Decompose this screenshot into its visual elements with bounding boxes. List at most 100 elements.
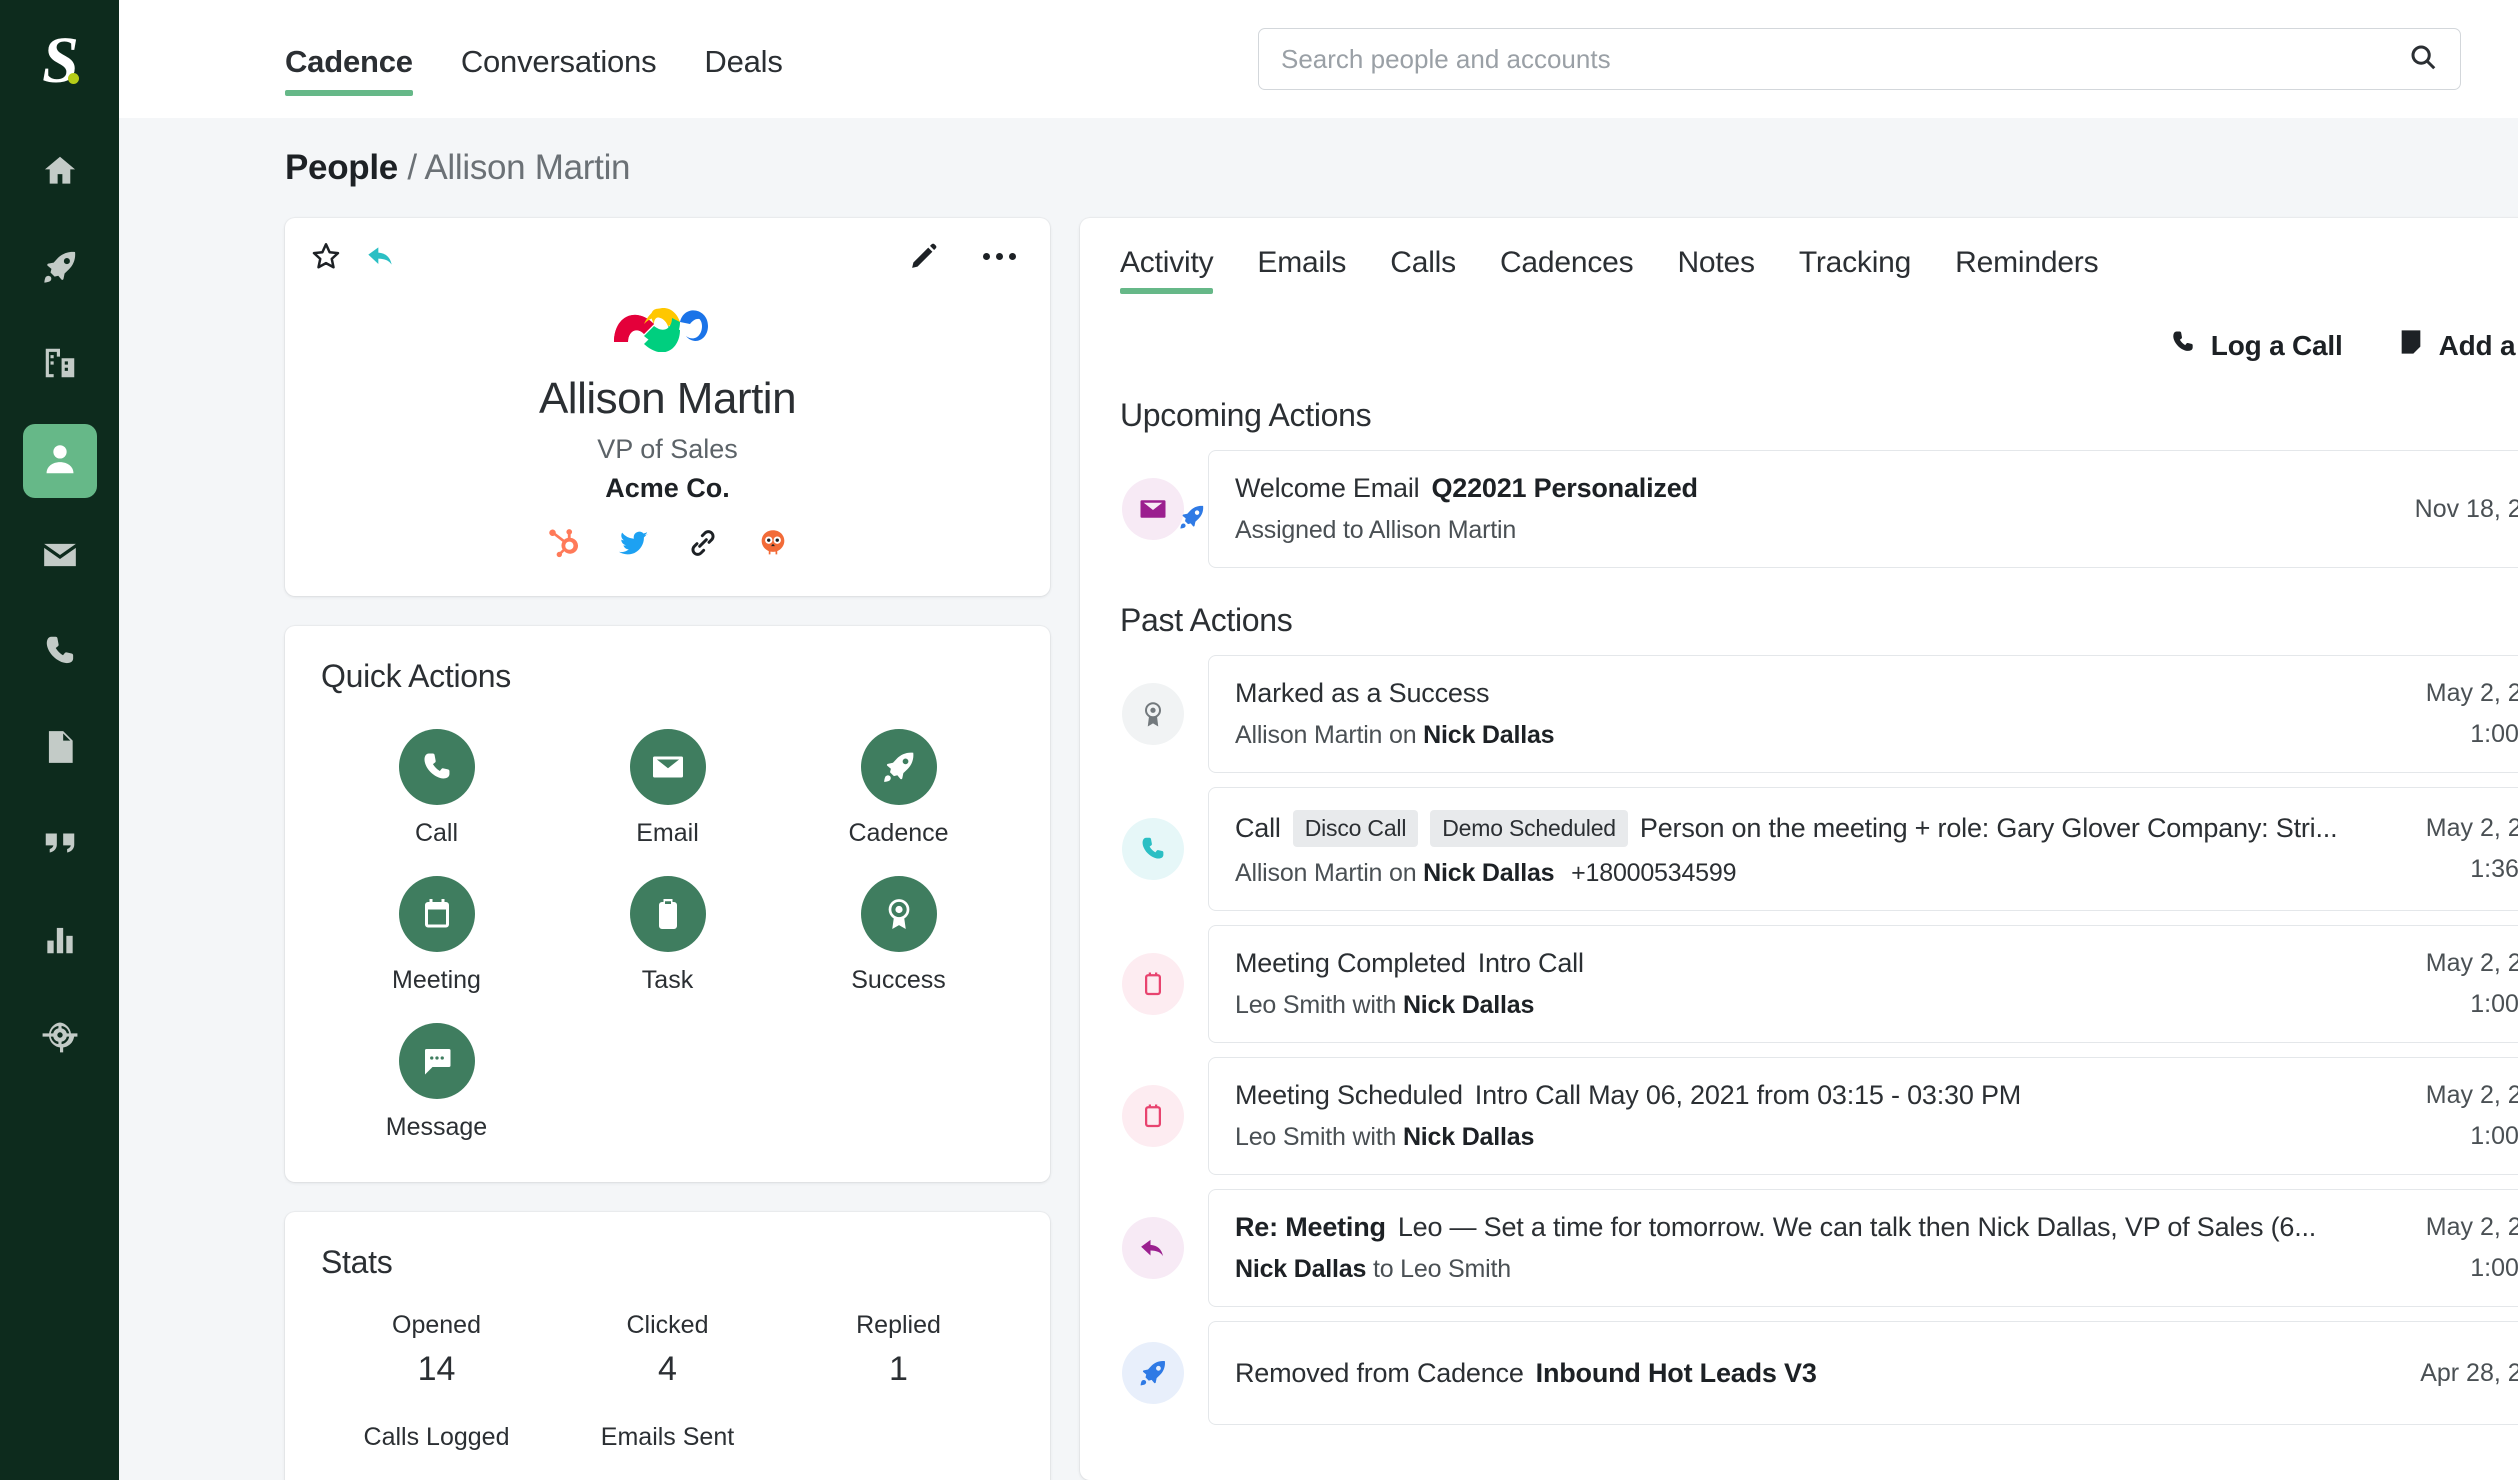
activity-row[interactable]: Removed from Cadence Inbound Hot Leads V… [1120, 1321, 2518, 1425]
sidebar-item-calls[interactable] [23, 616, 97, 690]
sidebar-item-deals[interactable] [23, 1000, 97, 1074]
add-a-note-button[interactable]: Add a Note [2397, 328, 2518, 363]
company-logo-icon [311, 296, 1024, 352]
pencil-icon[interactable] [909, 241, 939, 271]
quick-actions-grid: Call Email Cadence Meeting Task Success … [321, 729, 1014, 1142]
quick-action-call[interactable]: Call [321, 729, 552, 848]
sidebar-item-emails[interactable] [23, 520, 97, 594]
global-search [1258, 28, 2461, 90]
calendar-icon [398, 876, 475, 952]
activity-row[interactable]: Meeting Scheduled Intro Call May 06, 202… [1120, 1057, 2518, 1175]
mail-icon [629, 729, 706, 805]
upcoming-actions-list: Welcome Email Q22021 Personalized Assign… [1120, 450, 2518, 568]
activity-row-icon [1120, 1057, 1186, 1175]
activity-row-body: Call Disco Call Demo Scheduled Person on… [1208, 787, 2518, 911]
quick-action-task[interactable]: Task [552, 876, 783, 995]
tab-reminders[interactable]: Reminders [1955, 246, 2098, 298]
detail-panel: Activity Emails Calls Cadences Notes Tra… [1080, 218, 2518, 1480]
stat-replied: Replied 1 [783, 1311, 1014, 1389]
link-icon[interactable] [684, 524, 722, 562]
stat-label: Emails Sent [600, 1423, 735, 1451]
quick-action-success[interactable]: Success [783, 876, 1014, 995]
activity-row[interactable]: Meeting Completed Intro Call Leo Smith w… [1120, 925, 2518, 1043]
reply-icon[interactable] [365, 240, 397, 272]
sidebar-item-templates[interactable] [23, 712, 97, 786]
activity-title: Call [1235, 813, 1281, 843]
search-box[interactable] [1258, 28, 2461, 90]
tab-activity[interactable]: Activity [1120, 246, 1214, 298]
hubspot-icon[interactable] [544, 524, 582, 562]
activity-subject: Inbound Hot Leads V3 [1535, 1357, 1817, 1388]
activity-row-icon [1120, 450, 1204, 568]
stat-calls-logged: Calls Logged [321, 1423, 552, 1462]
activity-actor: Allison Martin [1235, 721, 1383, 749]
phone-icon [41, 632, 79, 675]
activity-target[interactable]: Nick Dallas [1403, 991, 1534, 1019]
tab-tracking[interactable]: Tracking [1799, 246, 1912, 298]
quick-actions-title: Quick Actions [321, 658, 511, 694]
star-icon[interactable] [311, 241, 341, 271]
activity-row[interactable]: Re: Meeting Leo — Set a time for tomorro… [1120, 1189, 2518, 1307]
activity-date: May 2, 2020 [2425, 949, 2518, 977]
activity-relation: on [1389, 721, 1417, 749]
sidebar-item-cadences[interactable] [23, 232, 97, 306]
activity-row[interactable]: Marked as a Success Allison Martin on Ni… [1120, 655, 2518, 773]
breadcrumb-separator: / [407, 148, 417, 187]
activity-row-icon [1120, 1321, 1186, 1425]
activity-row-body: Removed from Cadence Inbound Hot Leads V… [1208, 1321, 2518, 1425]
log-a-call-button[interactable]: Log a Call [2169, 328, 2343, 363]
rocket-icon [860, 729, 937, 805]
sidebar-item-people[interactable] [22, 424, 97, 498]
quick-action-meeting[interactable]: Meeting [321, 876, 552, 995]
stats-grid: Opened 14 Clicked 4 Replied 1 Calls Logg… [321, 1311, 1014, 1462]
activity-actor[interactable]: Nick Dallas [1235, 1255, 1366, 1283]
left-column: Allison Martin VP of Sales Acme Co. Quic… [285, 218, 1050, 1480]
breadcrumb-root[interactable]: People [285, 148, 398, 187]
activity-target[interactable]: Nick Dallas [1403, 1123, 1534, 1151]
activity-row-body: Welcome Email Q22021 Personalized Assign… [1208, 450, 2518, 568]
sidebar-item-analytics[interactable] [23, 904, 97, 978]
search-icon[interactable] [2408, 42, 2438, 77]
activity-target: Leo Smith [1400, 1255, 1511, 1283]
clipboard-icon [629, 876, 706, 952]
activity-row-icon [1120, 655, 1186, 773]
activity-date: May 2, 2021 [2425, 814, 2518, 842]
twitter-icon[interactable] [614, 524, 652, 562]
sidebar-item-conversations[interactable] [23, 808, 97, 882]
stat-clicked: Clicked 4 [552, 1311, 783, 1389]
tab-notes[interactable]: Notes [1677, 246, 1755, 298]
phone-icon [2169, 328, 2197, 363]
activity-title: Meeting Completed [1235, 948, 1466, 978]
sidebar-item-home[interactable] [23, 136, 97, 210]
activity-row[interactable]: Welcome Email Q22021 Personalized Assign… [1120, 450, 2518, 568]
note-icon [2397, 328, 2425, 363]
top-bar: Cadence Conversations Deals [119, 0, 2518, 118]
stat-value: 4 [658, 1350, 677, 1388]
activity-row-icon [1120, 787, 1186, 911]
quick-action-email[interactable]: Email [552, 729, 783, 848]
tab-emails[interactable]: Emails [1257, 246, 1346, 298]
top-nav-cadence[interactable]: Cadence [285, 44, 413, 118]
quick-action-cadence[interactable]: Cadence [783, 729, 1014, 848]
quick-action-message[interactable]: Message [321, 1023, 552, 1142]
target-icon [41, 1016, 79, 1059]
detail-action-buttons: Log a Call Add a Note [1120, 328, 2518, 363]
app-logo[interactable]: S [0, 22, 119, 100]
sidebar-item-accounts[interactable] [23, 328, 97, 402]
right-column: Activity Emails Calls Cadences Notes Tra… [1080, 218, 2518, 1480]
tab-cadences[interactable]: Cadences [1500, 246, 1634, 298]
activity-row-icon [1120, 925, 1186, 1043]
activity-time: 1:36 PM [2470, 855, 2518, 883]
activity-target[interactable]: Nick Dallas [1423, 859, 1554, 887]
owler-icon[interactable] [754, 524, 792, 562]
detail-tabs-row: Activity Emails Calls Cadences Notes Tra… [1120, 246, 2518, 298]
upcoming-actions-title: Upcoming Actions [1120, 397, 1372, 433]
top-nav-deals[interactable]: Deals [704, 44, 782, 118]
more-options-icon[interactable] [983, 252, 1016, 260]
top-nav-conversations[interactable]: Conversations [461, 44, 657, 118]
tab-calls[interactable]: Calls [1390, 246, 1456, 298]
search-input[interactable] [1281, 43, 2408, 75]
activity-row[interactable]: Call Disco Call Demo Scheduled Person on… [1120, 787, 2518, 911]
activity-target[interactable]: Nick Dallas [1423, 721, 1554, 749]
profile-name: Allison Martin [538, 374, 797, 423]
